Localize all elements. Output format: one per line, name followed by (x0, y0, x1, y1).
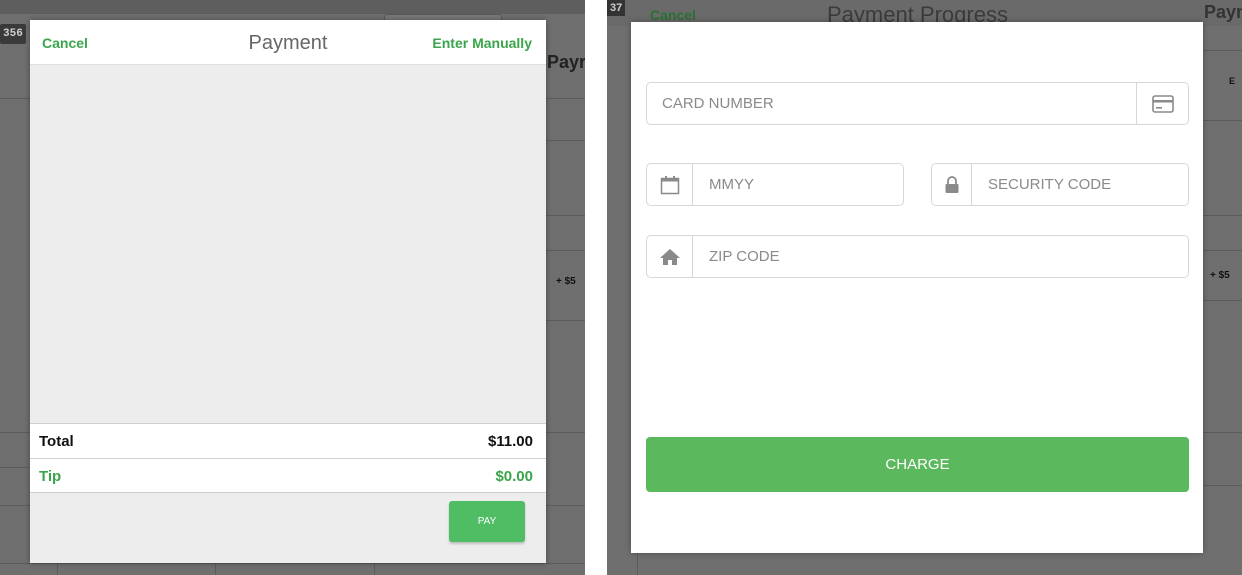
background-divider (57, 563, 58, 575)
tip-row[interactable]: Tip $0.00 (30, 458, 546, 493)
left-screenshot: 356 Payr + $5 Payment Cancel Enter Manua… (0, 0, 585, 575)
expiry-field[interactable]: MMYY (646, 163, 904, 206)
background-divider (0, 467, 30, 468)
background-divider (1203, 120, 1242, 121)
pay-button[interactable]: PAY (449, 501, 525, 542)
cancel-button[interactable]: Cancel (42, 35, 88, 51)
background-side-label: + $5 (1210, 270, 1230, 281)
tip-label: Tip (39, 468, 62, 485)
modal-footer: PAY (30, 493, 546, 563)
total-row: Total $11.00 (30, 423, 546, 458)
background-divider (1203, 300, 1242, 301)
background-divider (1203, 250, 1242, 251)
payment-modal: Payment Cancel Enter Manually Total $11.… (30, 20, 546, 563)
tip-value: $0.00 (495, 468, 533, 485)
calendar-icon (647, 164, 693, 205)
background-divider (546, 98, 585, 99)
background-cancel-label: Cancel (650, 7, 696, 23)
right-screenshot: 37 Cancel Payment Progress Payn E + $5 C… (607, 0, 1242, 575)
total-label: Total (39, 433, 74, 450)
background-order-chip: 356 (0, 24, 26, 44)
total-value: $11.00 (487, 433, 533, 450)
background-divider (0, 432, 30, 433)
modal-header: Payment Cancel Enter Manually (30, 20, 546, 65)
background-side-tab: Payn (1204, 2, 1242, 22)
background-divider (0, 563, 585, 564)
card-number-field[interactable]: CARD NUMBER (646, 82, 1189, 125)
expiry-placeholder: MMYY (709, 176, 754, 193)
home-icon (647, 236, 693, 277)
background-divider (0, 98, 30, 99)
background-side-label: + $5 (556, 276, 576, 287)
lock-icon (932, 164, 972, 205)
background-side-letter: E (1229, 76, 1236, 86)
charge-button[interactable]: CHARGE (646, 437, 1189, 492)
enter-manually-button[interactable]: Enter Manually (432, 35, 532, 51)
credit-card-icon (1136, 83, 1188, 124)
security-code-field[interactable]: SECURITY CODE (931, 163, 1189, 206)
background-divider (0, 505, 30, 506)
background-divider (215, 563, 216, 575)
background-side-tab: Payr (547, 52, 585, 72)
background-divider (637, 553, 638, 575)
background-top-bar (0, 0, 585, 14)
background-divider (1203, 215, 1242, 216)
card-number-placeholder: CARD NUMBER (662, 95, 774, 112)
background-order-chip: 37 (607, 0, 626, 16)
background-divider (1203, 485, 1242, 486)
background-divider (546, 320, 585, 321)
background-divider (546, 250, 585, 251)
zip-code-placeholder: ZIP CODE (709, 248, 780, 265)
background-divider (546, 505, 585, 506)
card-reader-area (30, 65, 546, 423)
background-divider (546, 432, 585, 433)
background-divider (546, 215, 585, 216)
background-divider (374, 563, 375, 575)
zip-code-field[interactable]: ZIP CODE (646, 235, 1189, 278)
background-divider (1203, 50, 1242, 51)
background-divider (1203, 432, 1242, 433)
manual-entry-modal: CARD NUMBER MMYY SECURITY CODE ZIP CODE … (631, 22, 1203, 553)
background-divider (546, 140, 585, 141)
security-code-placeholder: SECURITY CODE (988, 176, 1112, 193)
